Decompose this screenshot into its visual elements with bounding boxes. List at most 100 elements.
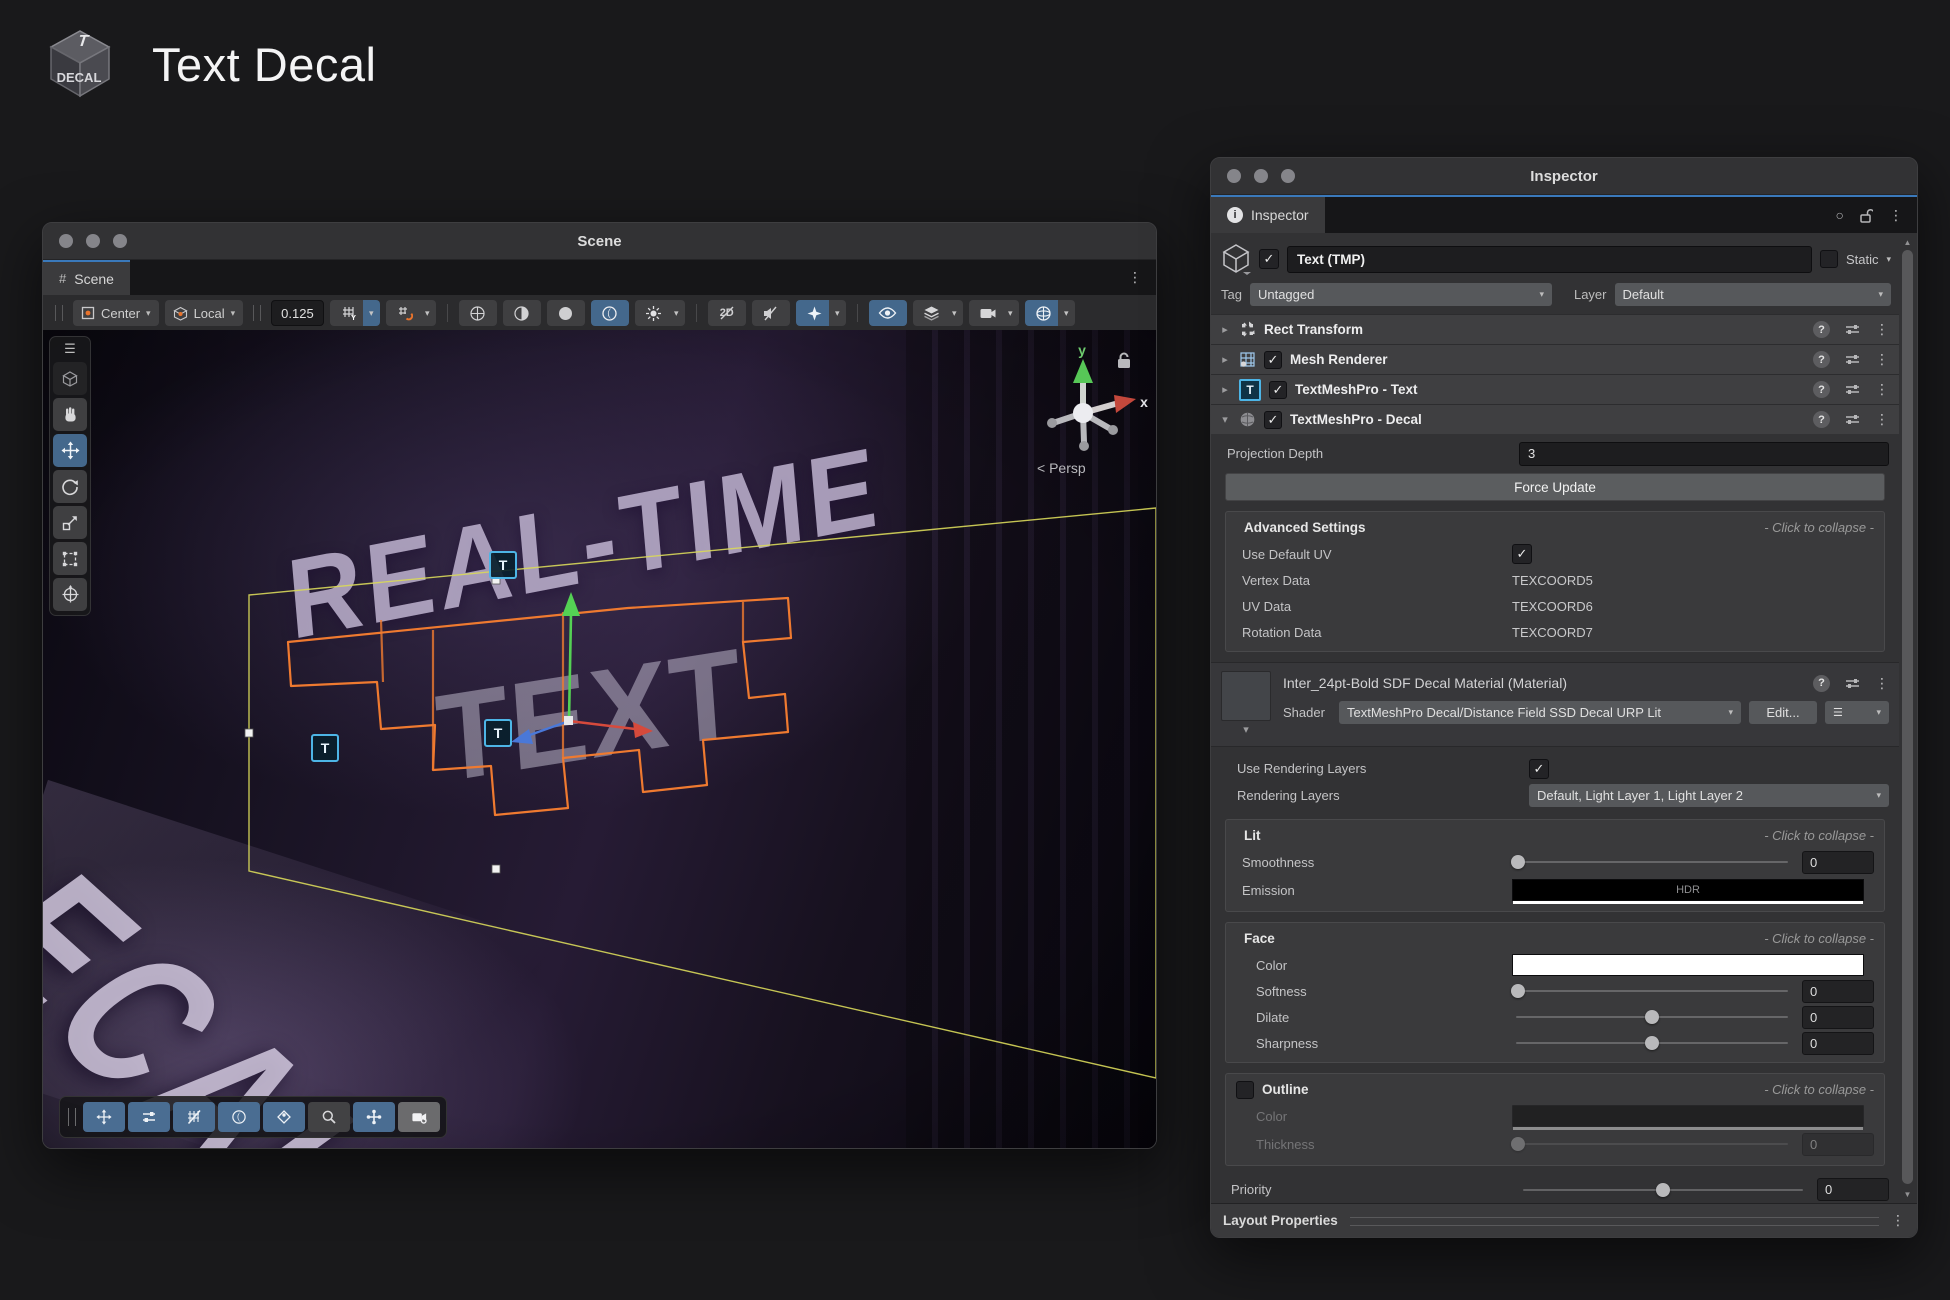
component-enabled-checkbox[interactable]: ✓: [1264, 411, 1282, 429]
help-icon[interactable]: ?: [1813, 381, 1830, 398]
tmp-object-badge[interactable]: T: [484, 719, 512, 747]
orientation-gizmo[interactable]: y x: [1047, 342, 1148, 451]
thickness-value[interactable]: 0: [1802, 1133, 1874, 1156]
thickness-slider[interactable]: [1512, 1132, 1792, 1156]
overlay-drag-handle[interactable]: [68, 1108, 76, 1126]
transform-tool-button[interactable]: [53, 578, 87, 611]
rect-tool-button[interactable]: [53, 542, 87, 575]
presets-icon[interactable]: [1845, 383, 1860, 396]
dilate-value[interactable]: 0: [1802, 1006, 1874, 1029]
radio-circle-icon[interactable]: ○: [1836, 207, 1844, 223]
overlay-gizmo-button[interactable]: [263, 1102, 305, 1132]
layers-dropdown[interactable]: ▾: [946, 300, 963, 326]
presets-icon[interactable]: [1845, 677, 1860, 690]
move-gizmo-x-arrowhead[interactable]: [633, 722, 653, 738]
orientation-gizmo-x-cone[interactable]: [1114, 395, 1136, 413]
window-minimize-button[interactable]: [86, 234, 100, 248]
gameobject-cube-icon[interactable]: [1221, 243, 1251, 275]
scene-visibility-button[interactable]: [869, 300, 907, 326]
inspector-window-controls[interactable]: [1227, 169, 1295, 183]
move-gizmo-center-handle[interactable]: [564, 716, 573, 725]
component-enabled-checkbox[interactable]: ✓: [1264, 351, 1282, 369]
toolbar-drag-handle[interactable]: [253, 305, 261, 321]
2d-mode-button[interactable]: 2D: [708, 300, 746, 326]
component-menu-icon[interactable]: ⋮: [1875, 351, 1889, 368]
softness-value[interactable]: 0: [1802, 980, 1874, 1003]
window-close-button[interactable]: [59, 234, 73, 248]
overlay-search-button[interactable]: [308, 1102, 350, 1132]
priority-slider[interactable]: [1519, 1178, 1807, 1202]
overlay-lighting-button[interactable]: [218, 1102, 260, 1132]
scrollbar-thumb[interactable]: [1902, 250, 1913, 1184]
presets-icon[interactable]: [1845, 353, 1860, 366]
orientation-dropdown[interactable]: Local ▾: [165, 300, 244, 326]
smoothness-value[interactable]: 0: [1802, 851, 1874, 874]
tmp-object-badge[interactable]: T: [311, 734, 339, 762]
presets-icon[interactable]: [1845, 323, 1860, 336]
inspector-pane-menu-icon[interactable]: ⋮: [1889, 207, 1903, 224]
window-zoom-button[interactable]: [1281, 169, 1295, 183]
gizmos-dropdown[interactable]: ▾: [1058, 300, 1075, 326]
scale-tool-button[interactable]: [53, 506, 87, 539]
inspector-scrollbar[interactable]: ▲ ▼: [1900, 235, 1915, 1201]
component-rect-transform[interactable]: ▸ Rect Transform ? ⋮: [1211, 314, 1899, 344]
outline-header[interactable]: Outline - Click to collapse -: [1236, 1076, 1874, 1103]
shading-wireframe-button[interactable]: [459, 300, 497, 326]
sharpness-slider[interactable]: [1512, 1031, 1792, 1055]
unlock-icon[interactable]: [1860, 208, 1873, 223]
dilate-slider[interactable]: [1512, 1005, 1792, 1029]
overlay-move-button[interactable]: [83, 1102, 125, 1132]
gameobject-name-field[interactable]: Text (TMP): [1287, 246, 1812, 273]
snap-settings-dropdown[interactable]: ▾: [419, 300, 436, 326]
rotate-tool-button[interactable]: [53, 470, 87, 503]
help-icon[interactable]: ?: [1813, 321, 1830, 338]
use-default-uv-checkbox[interactable]: ✓: [1512, 544, 1532, 564]
sharpness-value[interactable]: 0: [1802, 1032, 1874, 1055]
lighting-dropdown[interactable]: ▾: [668, 300, 685, 326]
bounds-handle-left[interactable]: [245, 729, 253, 737]
move-gizmo-z-arrowhead[interactable]: [511, 729, 533, 744]
view-tool-button[interactable]: [53, 362, 87, 395]
scene-viewport[interactable]: REAL-TIME TEXT DECAL: [43, 330, 1156, 1148]
shading-solid-button[interactable]: [547, 300, 585, 326]
shader-edit-button[interactable]: Edit...: [1749, 701, 1817, 724]
foldout-icon[interactable]: ▸: [1219, 323, 1231, 336]
projection-mode-label[interactable]: < Persp: [1037, 460, 1086, 476]
tab-scene[interactable]: # Scene: [43, 260, 130, 295]
material-properties-menu[interactable]: ☰ ▾: [1825, 701, 1889, 724]
window-close-button[interactable]: [1227, 169, 1241, 183]
scrollbar-up-arrow[interactable]: ▲: [1900, 235, 1915, 249]
scene-pane-menu-icon[interactable]: ⋮: [1128, 269, 1142, 286]
overlay-orientation-button[interactable]: [353, 1102, 395, 1132]
presets-icon[interactable]: [1845, 413, 1860, 426]
scene-window-controls[interactable]: [59, 234, 127, 248]
gameobject-icon-dropdown[interactable]: [1243, 272, 1251, 275]
scrollbar-down-arrow[interactable]: ▼: [1900, 1187, 1915, 1201]
help-icon[interactable]: ?: [1813, 411, 1830, 428]
shader-dropdown[interactable]: TextMeshPro Decal/Distance Field SSD Dec…: [1339, 701, 1741, 724]
material-foldout-icon[interactable]: ▾: [1240, 723, 1252, 736]
emission-color-field[interactable]: HDR: [1512, 879, 1864, 901]
shading-lit-button[interactable]: [591, 300, 629, 326]
component-mesh-renderer[interactable]: ▸ ✓ Mesh Renderer ? ⋮: [1211, 344, 1899, 374]
tag-dropdown[interactable]: Untagged ▾: [1250, 283, 1552, 306]
snap-increment-field[interactable]: 0.125: [271, 300, 324, 326]
gameobject-enabled-checkbox[interactable]: ✓: [1259, 249, 1279, 269]
overlay-properties-button[interactable]: [128, 1102, 170, 1132]
help-icon[interactable]: ?: [1813, 351, 1830, 368]
orientation-gizmo-y-cone[interactable]: [1073, 359, 1093, 383]
lit-header[interactable]: Lit - Click to collapse -: [1236, 822, 1874, 849]
advanced-settings-header[interactable]: Advanced Settings - Click to collapse -: [1236, 514, 1874, 541]
use-rendering-layers-checkbox[interactable]: ✓: [1529, 759, 1549, 779]
pivot-mode-dropdown[interactable]: Center ▾: [73, 300, 159, 326]
move-tool-button[interactable]: [53, 434, 87, 467]
move-gizmo-x-axis[interactable]: [569, 721, 635, 729]
force-update-button[interactable]: Force Update: [1225, 473, 1885, 501]
component-menu-icon[interactable]: ⋮: [1875, 411, 1889, 428]
move-gizmo[interactable]: [511, 592, 653, 744]
bounds-handle-bottom[interactable]: [492, 865, 500, 873]
face-color-field[interactable]: [1512, 954, 1864, 976]
overlay-camera-button[interactable]: [398, 1102, 440, 1132]
face-header[interactable]: Face - Click to collapse -: [1236, 925, 1874, 952]
grid-snap-dropdown[interactable]: ▾: [363, 300, 380, 326]
